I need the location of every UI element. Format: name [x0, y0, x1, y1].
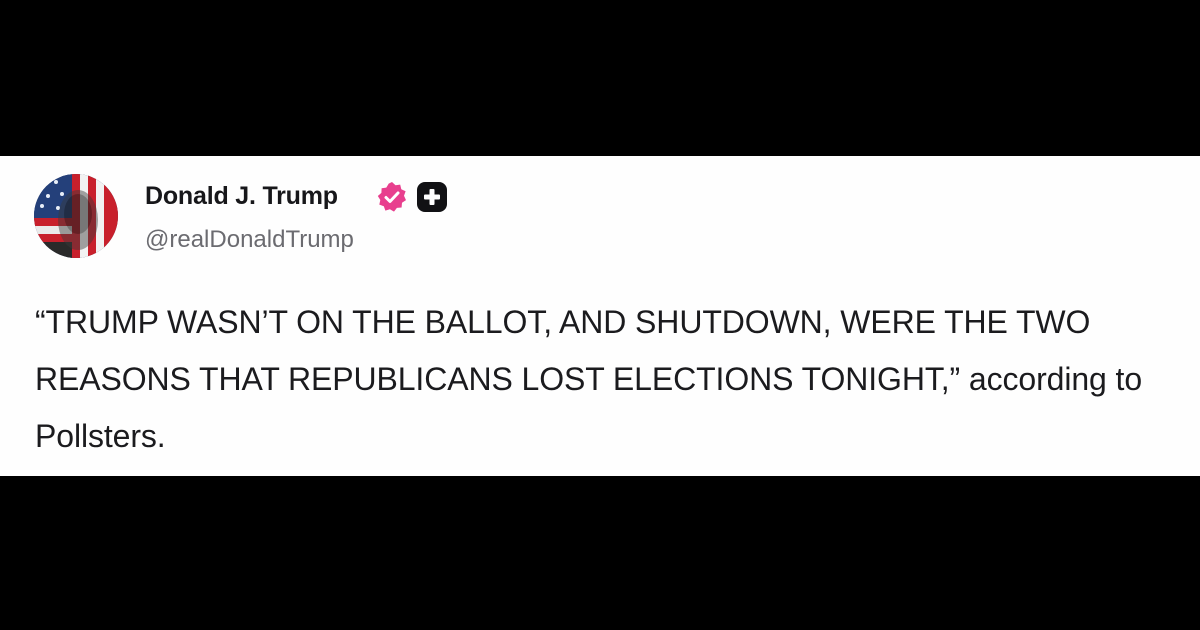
plus-badge-icon — [417, 182, 447, 212]
verified-check-icon — [377, 182, 406, 212]
avatar[interactable] — [34, 174, 118, 258]
post-card: Donald J. Trump @realDonaldTrump “TRUMP … — [0, 156, 1200, 476]
author-handle[interactable]: @realDonaldTrump — [145, 226, 354, 254]
avatar-image — [34, 174, 118, 258]
author-display-name[interactable]: Donald J. Trump — [145, 182, 338, 211]
post-text: “TRUMP WASN’T ON THE BALLOT, AND SHUTDOW… — [35, 304, 1143, 454]
